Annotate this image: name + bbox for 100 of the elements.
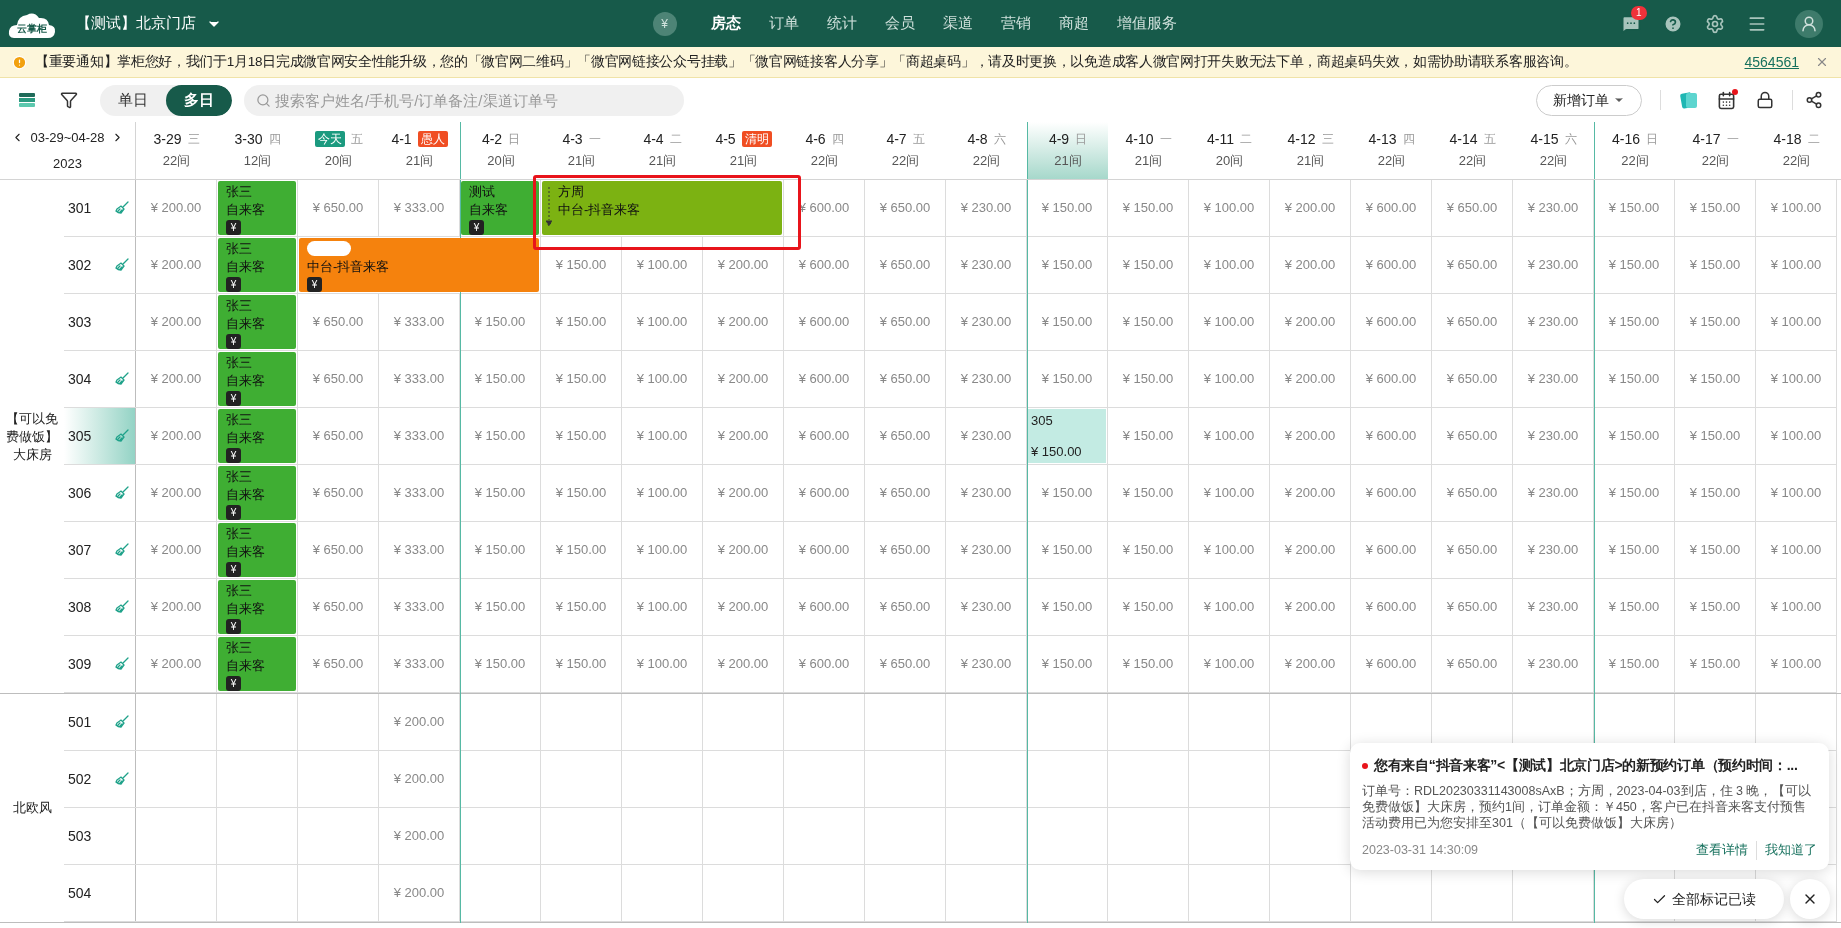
price-cell[interactable]: ¥ 150.00: [1041, 654, 1093, 674]
date-range[interactable]: 03-29~04-28: [30, 128, 105, 148]
lock-icon[interactable]: [1756, 91, 1774, 109]
room-cell[interactable]: 503: [64, 808, 136, 864]
date-header[interactable]: 4-18 二 22间: [1756, 122, 1837, 179]
price-cell[interactable]: ¥ 230.00: [1527, 654, 1579, 674]
price-cell[interactable]: ¥ 200.00: [150, 654, 202, 674]
price-cell[interactable]: ¥ 150.00: [555, 312, 607, 332]
notification-link[interactable]: 查看详情: [1696, 841, 1748, 860]
price-cell[interactable]: ¥ 650.00: [1446, 540, 1498, 560]
date-header[interactable]: 今天 五 20间: [298, 122, 379, 179]
price-cell[interactable]: ¥ 600.00: [798, 597, 850, 617]
nav-item[interactable]: 统计: [812, 12, 871, 35]
nav-item[interactable]: 房态: [696, 12, 755, 35]
price-cell[interactable]: ¥ 650.00: [879, 198, 931, 218]
price-cell[interactable]: ¥ 150.00: [1122, 255, 1174, 275]
price-cell[interactable]: ¥ 230.00: [960, 255, 1012, 275]
price-cell[interactable]: ¥ 200.00: [150, 255, 202, 275]
price-cell[interactable]: ¥ 650.00: [879, 540, 931, 560]
date-header[interactable]: 4-15 六 22间: [1513, 122, 1594, 179]
price-cell[interactable]: ¥ 650.00: [879, 426, 931, 446]
price-cell[interactable]: ¥ 600.00: [798, 483, 850, 503]
price-cell[interactable]: ¥ 200.00: [150, 426, 202, 446]
room-cell[interactable]: 307: [64, 522, 136, 578]
price-cell[interactable]: ¥ 150.00: [555, 426, 607, 446]
price-cell[interactable]: ¥ 600.00: [798, 255, 850, 275]
price-cell[interactable]: ¥ 333.00: [393, 198, 445, 218]
price-cell[interactable]: ¥ 100.00: [1203, 483, 1255, 503]
price-cell[interactable]: ¥ 650.00: [1446, 597, 1498, 617]
price-cell[interactable]: ¥ 200.00: [1284, 369, 1336, 389]
price-cell[interactable]: ¥ 150.00: [1608, 198, 1660, 218]
nav-item[interactable]: 增值服务: [1102, 12, 1191, 35]
price-cell[interactable]: ¥ 150.00: [1689, 654, 1741, 674]
price-cell[interactable]: ¥ 150.00: [1122, 540, 1174, 560]
price-cell[interactable]: ¥ 650.00: [312, 540, 364, 560]
price-cell[interactable]: ¥ 230.00: [1527, 483, 1579, 503]
price-cell[interactable]: ¥ 200.00: [150, 198, 202, 218]
price-cell[interactable]: ¥ 333.00: [393, 369, 445, 389]
price-cell[interactable]: ¥ 150.00: [1122, 426, 1174, 446]
price-cell[interactable]: ¥ 200.00: [1284, 483, 1336, 503]
room-cell[interactable]: 303: [64, 294, 136, 350]
price-cell[interactable]: ¥ 100.00: [636, 597, 688, 617]
price-cell[interactable]: ¥ 600.00: [1365, 198, 1417, 218]
price-cell[interactable]: ¥ 100.00: [1770, 255, 1822, 275]
price-cell[interactable]: ¥ 333.00: [393, 426, 445, 446]
booking-block[interactable]: 张三 自来客 ¥: [218, 580, 296, 634]
room-cell[interactable]: 306: [64, 465, 136, 521]
price-cell[interactable]: ¥ 150.00: [1122, 312, 1174, 332]
price-cell[interactable]: ¥ 333.00: [393, 483, 445, 503]
booking-block[interactable]: 张三 自来客 ¥: [218, 409, 296, 463]
price-cell[interactable]: ¥ 150.00: [1041, 540, 1093, 560]
price-cell[interactable]: ¥ 150.00: [555, 369, 607, 389]
room-cell[interactable]: 502: [64, 751, 136, 807]
price-cell[interactable]: ¥ 200.00: [717, 483, 769, 503]
price-cell[interactable]: ¥ 100.00: [1203, 255, 1255, 275]
price-cell[interactable]: ¥ 600.00: [1365, 654, 1417, 674]
booking-block[interactable]: 中台-抖音来客 ¥: [299, 238, 539, 292]
price-cell[interactable]: ¥ 200.00: [393, 826, 445, 846]
price-cell[interactable]: ¥ 150.00: [1041, 483, 1093, 503]
price-cell[interactable]: ¥ 150.00: [1608, 483, 1660, 503]
price-cell[interactable]: ¥ 650.00: [879, 255, 931, 275]
price-cell[interactable]: ¥ 150.00: [1041, 198, 1093, 218]
price-cell[interactable]: ¥ 230.00: [960, 597, 1012, 617]
price-cell[interactable]: ¥ 150.00: [1689, 597, 1741, 617]
nav-item[interactable]: 订单: [754, 12, 813, 35]
date-header[interactable]: 4-7 五 22间: [865, 122, 946, 179]
price-cell[interactable]: ¥ 150.00: [474, 312, 526, 332]
price-cell[interactable]: ¥ 100.00: [1203, 369, 1255, 389]
booking-block[interactable]: 张三 自来客 ¥: [218, 637, 296, 691]
nav-item[interactable]: 营销: [986, 12, 1045, 35]
price-cell[interactable]: ¥ 650.00: [312, 654, 364, 674]
date-header[interactable]: 4-3 一 21间: [541, 122, 622, 179]
layers-icon[interactable]: [18, 91, 36, 109]
price-cell[interactable]: ¥ 650.00: [1446, 426, 1498, 446]
price-cell[interactable]: ¥ 150.00: [1689, 540, 1741, 560]
price-cell[interactable]: ¥ 100.00: [1770, 597, 1822, 617]
price-cell[interactable]: ¥ 230.00: [1527, 312, 1579, 332]
date-header[interactable]: 4-4 二 21间: [622, 122, 703, 179]
room-cell[interactable]: 504: [64, 865, 136, 921]
price-cell[interactable]: ¥ 200.00: [717, 654, 769, 674]
room-cell[interactable]: 501: [64, 694, 136, 750]
price-cell[interactable]: ¥ 100.00: [636, 369, 688, 389]
nav-item[interactable]: 商超: [1044, 12, 1103, 35]
price-cell[interactable]: ¥ 650.00: [312, 597, 364, 617]
price-cell[interactable]: ¥ 200.00: [717, 255, 769, 275]
date-header[interactable]: 4-8 六 22间: [946, 122, 1027, 179]
price-cell[interactable]: ¥ 200.00: [1284, 198, 1336, 218]
filter-icon[interactable]: [60, 91, 78, 109]
price-cell[interactable]: ¥ 100.00: [636, 540, 688, 560]
price-cell[interactable]: ¥ 150.00: [1689, 369, 1741, 389]
room-cell[interactable]: 301: [64, 180, 136, 236]
nav-item[interactable]: 渠道: [928, 12, 987, 35]
price-cell[interactable]: ¥ 150.00: [1122, 597, 1174, 617]
date-header[interactable]: 4-11 二 20间: [1189, 122, 1270, 179]
price-cell[interactable]: ¥ 150.00: [1041, 312, 1093, 332]
price-cell[interactable]: ¥ 650.00: [879, 369, 931, 389]
room-cell[interactable]: 305: [64, 408, 136, 464]
price-cell[interactable]: ¥ 100.00: [1770, 369, 1822, 389]
price-cell[interactable]: ¥ 200.00: [1284, 255, 1336, 275]
price-cell[interactable]: ¥ 230.00: [960, 198, 1012, 218]
